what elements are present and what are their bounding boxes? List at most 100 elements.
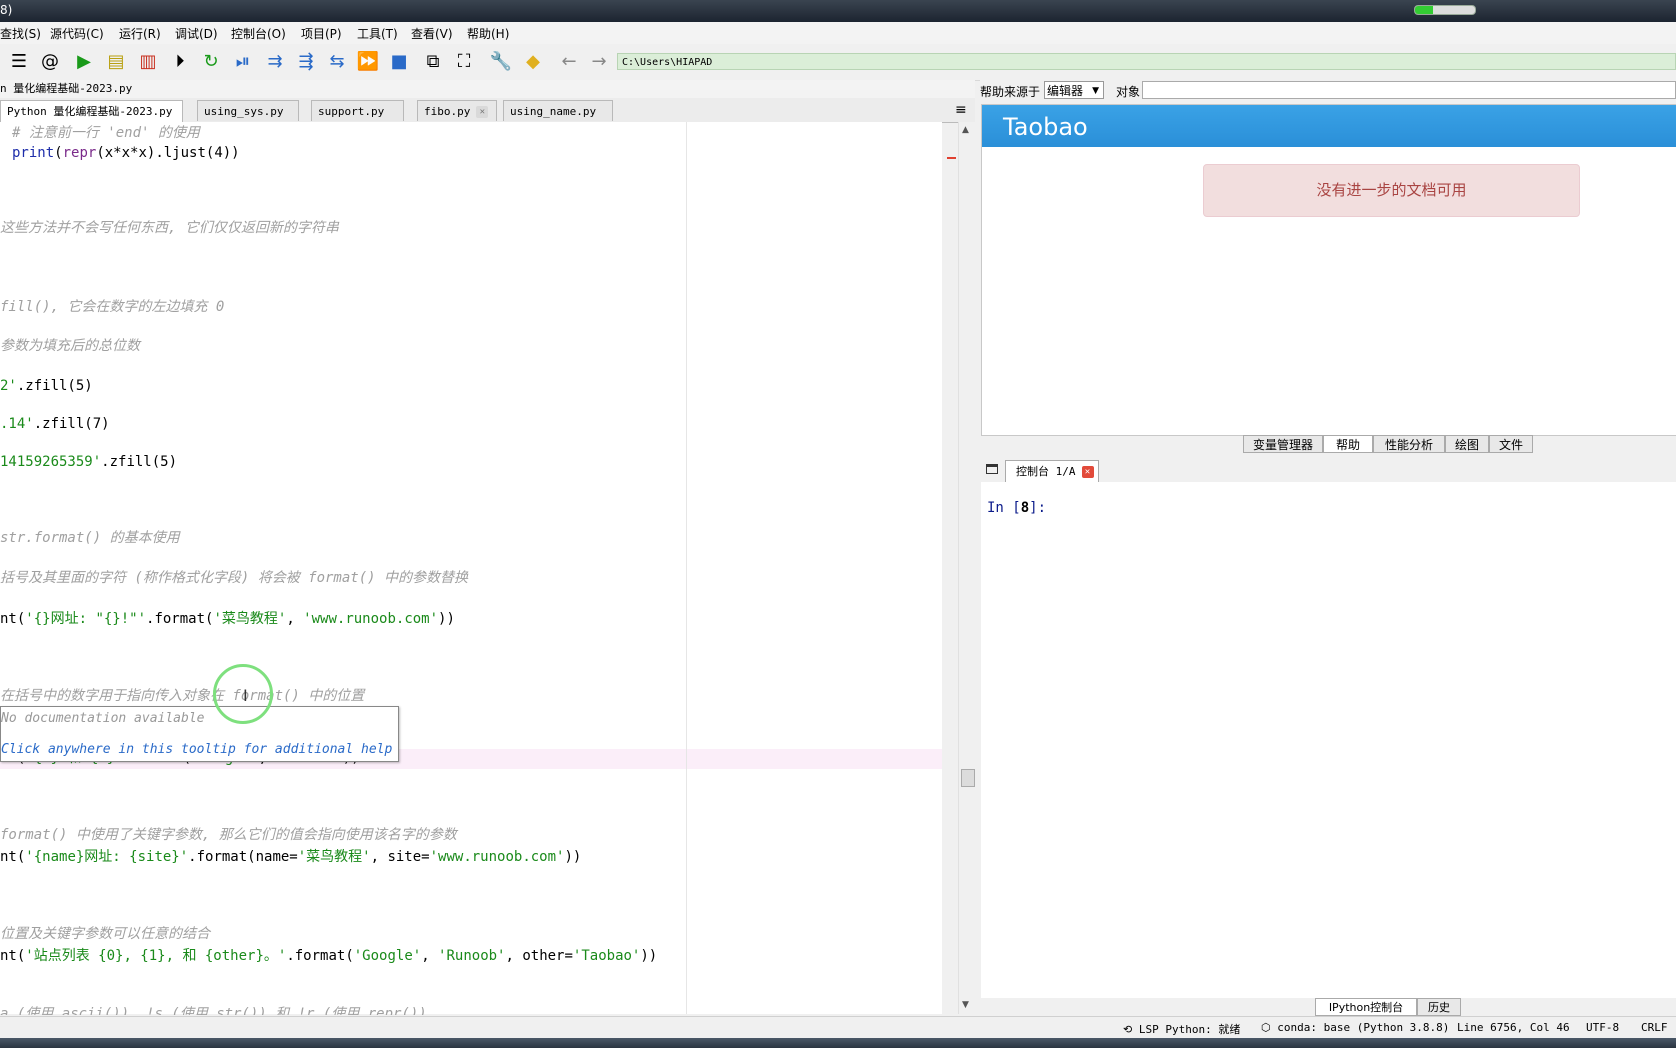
tab-help[interactable]: 帮助 — [1323, 435, 1373, 453]
help-header: Taobao — [982, 105, 1676, 147]
help-source-select[interactable]: 编辑器 ▼ — [1044, 81, 1104, 99]
preferences-wrench-icon[interactable]: 🔧 — [488, 49, 514, 75]
os-taskbar — [0, 1038, 1676, 1048]
back-arrow-icon[interactable]: ← — [556, 49, 582, 75]
debug-icon[interactable]: ⏯ — [230, 49, 256, 75]
tab-plots[interactable]: 绘图 — [1445, 435, 1489, 453]
menu-run[interactable]: 运行(R) — [119, 25, 161, 42]
tab-support[interactable]: support.py✕ — [311, 100, 404, 139]
tab-fibo[interactable]: fibo.py ✕ — [417, 100, 497, 121]
chevron-down-icon: ▼ — [1092, 86, 1099, 96]
close-icon[interactable]: ✕ — [1081, 466, 1094, 478]
fullscreen-icon[interactable]: ⛶ — [451, 49, 477, 75]
menu-search[interactable]: 查找(S) — [0, 25, 41, 42]
run-cell-advance-icon[interactable]: ▥ — [135, 49, 161, 75]
conda-icon: ⬡ — [1261, 1021, 1271, 1034]
menu-view[interactable]: 查看(V) — [411, 25, 453, 42]
console-tab-bar: 控制台 1/A ✕ — [981, 458, 1676, 483]
tab-console-1[interactable]: 控制台 1/A ✕ — [1005, 460, 1099, 482]
python-path-icon[interactable]: ◆ — [520, 49, 546, 75]
run-cell-icon[interactable]: ▤ — [103, 49, 129, 75]
progress-indicator — [1414, 5, 1476, 15]
help-pane: Taobao 没有进一步的文档可用 — [981, 104, 1676, 436]
edge-line — [686, 122, 687, 1014]
scroll-up-icon[interactable]: ▲ — [962, 125, 969, 135]
tab-files[interactable]: 文件 — [1489, 435, 1533, 453]
code-line: .14'.zfill(7) — [0, 416, 110, 432]
menu-project[interactable]: 项目(P) — [301, 25, 342, 42]
tab-profiler[interactable]: 性能分析 — [1373, 435, 1445, 453]
tab-history[interactable]: 历史 — [1417, 998, 1461, 1016]
step-icon[interactable]: ⇉ — [262, 49, 288, 75]
code-line: fill(), 它会在数字的左边填充 0 — [0, 299, 225, 315]
status-bar: ⟲ LSP Python: 就绪 ⬡ conda: base (Python 3… — [0, 1016, 1676, 1039]
code-line: 14159265359'.zfill(5) — [0, 454, 178, 470]
code-line: print(repr(x*x*x).ljust(4)) — [12, 145, 240, 161]
run-icon[interactable]: ▶ — [71, 49, 97, 75]
continue-icon[interactable]: ⏩ — [355, 49, 381, 75]
working-directory-field[interactable]: C:\Users\HIAPAD — [617, 53, 1676, 70]
panel-tab-bar: 变量管理器 帮助 性能分析 绘图 文件 — [981, 433, 1676, 455]
window-title: 8) — [0, 3, 13, 17]
lsp-icon: ⟲ — [1123, 1023, 1133, 1036]
window-icon[interactable] — [986, 464, 998, 474]
tab-variable-explorer[interactable]: 变量管理器 — [1243, 435, 1323, 453]
forward-arrow-icon[interactable]: → — [586, 49, 612, 75]
menu-console[interactable]: 控制台(O) — [231, 25, 286, 42]
code-line: 位置及关键字参数可以任意的结合 — [0, 926, 210, 942]
stop-icon[interactable]: ■ — [386, 49, 412, 75]
run-selection-icon[interactable]: ⏵ — [167, 49, 193, 75]
tab-using-sys[interactable]: using_sys.py✕ — [197, 100, 299, 139]
code-line: nt('{name}网址: {site}'.format(name='菜鸟教程'… — [0, 849, 582, 865]
code-line: # 注意前一行 'end' 的使用 — [12, 125, 200, 141]
ipython-console[interactable]: In [8]: — [981, 482, 1676, 998]
no-doc-alert: 没有进一步的文档可用 — [1203, 164, 1580, 217]
menu-source[interactable]: 源代码(C) — [50, 25, 104, 42]
tooltip-help-link[interactable]: Click anywhere in this tooltip for addit… — [1, 742, 392, 757]
calltip-tooltip[interactable]: No documentation available Click anywher… — [0, 706, 399, 762]
toolbar: ☰ @ ▶ ▤ ▥ ⏵ ↻ ⏯ ⇉ ⇶ ⇆ ⏩ ■ ⧉ ⛶ 🔧 ◆ ← → C:… — [0, 44, 1676, 81]
menu-tools[interactable]: 工具(T) — [357, 25, 398, 42]
menu-debug[interactable]: 调试(D) — [175, 25, 218, 42]
line-endings: CRLF — [1641, 1021, 1668, 1034]
tab-using-name[interactable]: using_name.py✕ — [503, 100, 613, 139]
code-line: nt('{}网址: "{}!"'.format('菜鸟教程', 'www.run… — [0, 611, 455, 627]
object-label: 对象 — [1116, 85, 1141, 99]
maximize-pane-icon[interactable]: ⧉ — [420, 49, 446, 75]
code-editor[interactable]: # 注意前一行 'end' 的使用 print(repr(x*x*x).ljus… — [0, 122, 942, 1014]
code-line: a (使用 ascii()), !s (使用 str()) 和 !r (使用 r… — [0, 1006, 427, 1015]
code-line: 括号及其里面的字符 (称作格式化字段) 将会被 format() 中的参数替换 — [0, 570, 469, 586]
code-line: 参数为填充后的总位数 — [0, 338, 140, 354]
close-icon[interactable]: ✕ — [476, 106, 489, 118]
tab-options-menu-icon[interactable]: ≡ — [955, 102, 967, 118]
code-line: nt('站点列表 {0}, {1}, 和 {other}。'.format('G… — [0, 948, 658, 964]
editor-scrollbar[interactable]: ▲ ▼ — [958, 122, 976, 1014]
cursor-position: Line 6756, Col 46 — [1457, 1021, 1570, 1034]
outline-icon[interactable]: ☰ — [6, 49, 32, 75]
step-into-icon[interactable]: ⇶ — [293, 49, 319, 75]
tab-ipython-console[interactable]: IPython控制台 — [1315, 998, 1417, 1016]
help-source-bar: 帮助来源于 编辑器 ▼ 对象 — [980, 80, 1676, 102]
window-title-bar: 8) — [0, 0, 1676, 22]
conda-env-status: ⬡ conda: base (Python 3.8.8) — [1261, 1021, 1450, 1034]
help-title: Taobao — [1003, 113, 1088, 141]
editor-file-path: n 量化编程基础-2023.py — [0, 80, 975, 98]
code-line: 这些方法并不会写任何东西, 它们仅仅返回新的字符串 — [0, 220, 339, 236]
code-line: 在括号中的数字用于指向传入对象在 format() 中的位置 — [0, 688, 365, 704]
code-line: 2'.zfill(5) — [0, 378, 93, 394]
step-return-icon[interactable]: ⇆ — [324, 49, 350, 75]
lsp-status: ⟲ LSP Python: 就绪 — [1123, 1023, 1241, 1036]
scrollbar-thumb[interactable] — [961, 769, 975, 787]
tab-main-file[interactable]: Python 量化编程基础-2023.py✕ — [0, 100, 183, 139]
scroll-down-icon[interactable]: ▼ — [962, 1000, 969, 1010]
scroll-flag-marker — [947, 157, 956, 159]
help-source-label: 帮助来源于 — [980, 85, 1041, 99]
editor-tab-bar: Python 量化编程基础-2023.py✕ using_sys.py✕ sup… — [0, 98, 975, 139]
at-icon[interactable]: @ — [37, 49, 63, 75]
text-cursor-icon: I — [243, 686, 248, 705]
file-encoding: UTF-8 — [1586, 1021, 1620, 1034]
object-input[interactable] — [1142, 81, 1676, 99]
menu-help[interactable]: 帮助(H) — [467, 25, 509, 42]
console-bottom-tabs: IPython控制台 历史 — [981, 998, 1676, 1016]
rerun-icon[interactable]: ↻ — [198, 49, 224, 75]
